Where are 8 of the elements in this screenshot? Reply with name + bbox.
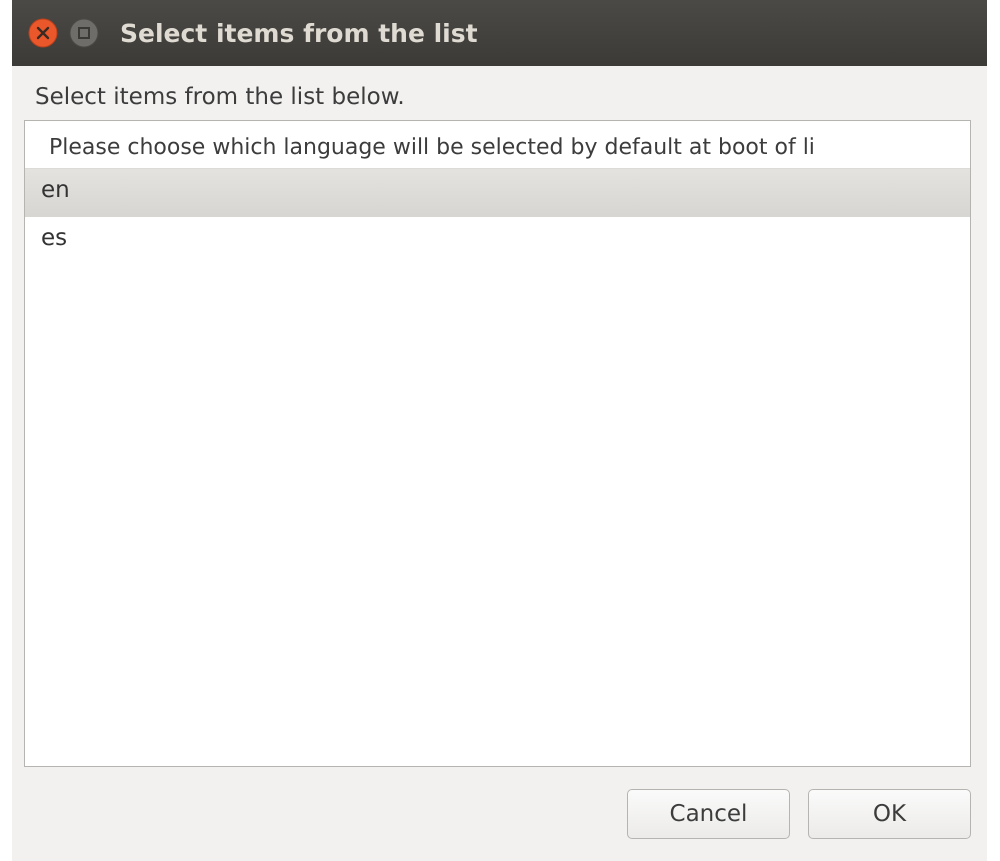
window-title: Select items from the list <box>120 18 478 48</box>
dialog-button[interactable]: OK <box>808 789 971 839</box>
list-item[interactable]: en <box>25 169 970 217</box>
close-icon[interactable] <box>28 18 58 48</box>
instruction-text: Select items from the list below. <box>35 84 406 110</box>
dialog-button[interactable]: Cancel <box>627 789 790 839</box>
list-item[interactable]: es <box>25 217 970 265</box>
minimize-icon[interactable] <box>69 18 99 48</box>
